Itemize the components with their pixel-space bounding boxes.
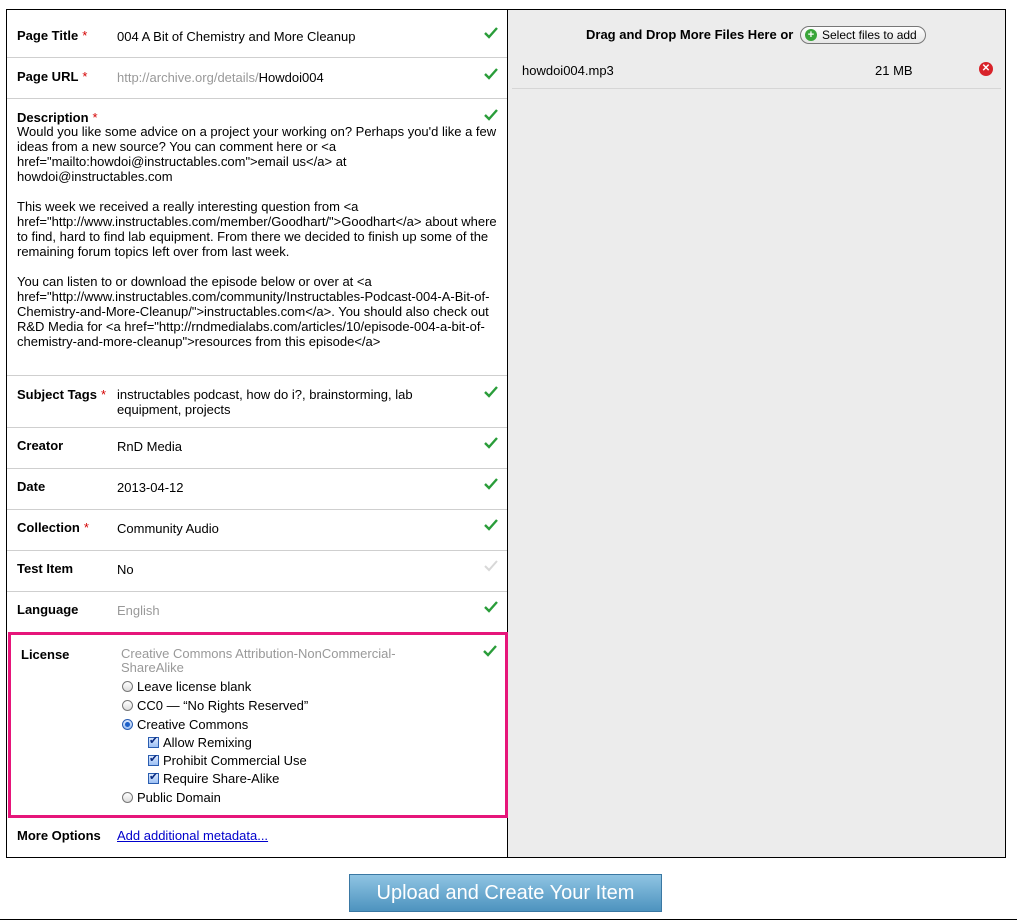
select-files-button[interactable]: + Select files to add (800, 26, 926, 44)
test-item-row[interactable]: Test Item No (7, 551, 507, 592)
file-name: howdoi004.mp3 (522, 63, 614, 78)
license-blank-option[interactable]: Leave license blank (122, 677, 251, 695)
file-size: 21 MB (875, 63, 913, 78)
description-value[interactable]: Would you like some advice on a project … (17, 124, 502, 349)
license-summary: Creative Commons Attribution-NonCommerci… (121, 646, 396, 675)
url-identifier[interactable]: Howdoi004 (259, 70, 324, 85)
page-title-row[interactable]: Page Title * 004 A Bit of Chemistry and M… (7, 10, 507, 58)
option-label: Public Domain (137, 789, 221, 805)
date-row[interactable]: Date 2013-04-12 (7, 469, 507, 510)
radio-button[interactable] (122, 699, 133, 711)
required-marker: * (100, 387, 107, 402)
allow-remixing-checkbox[interactable]: Allow Remixing (148, 733, 252, 751)
option-label: Require Share-Alike (163, 770, 280, 786)
subject-tags-row[interactable]: Subject Tags * instructables podcast, how… (7, 376, 507, 428)
test-item-label: Test Item (17, 561, 74, 576)
remove-file-icon[interactable]: ✕ (979, 62, 993, 76)
require-sharealike-checkbox[interactable]: Require Share-Alike (148, 769, 279, 787)
license-label: License (21, 647, 70, 662)
option-label: Prohibit Commercial Use (163, 752, 307, 768)
radio-button[interactable] (122, 791, 133, 803)
collection-value[interactable]: Community Audio (117, 521, 219, 536)
date-value[interactable]: 2013-04-12 (117, 480, 184, 495)
license-cc0-option[interactable]: CC0 — “No Rights Reserved” (122, 696, 308, 714)
test-item-value[interactable]: No (117, 562, 134, 577)
license-section: License Creative Commons Attribution-Non… (8, 632, 508, 818)
checkbox-checked[interactable] (148, 770, 159, 784)
page-title-label: Page Title * (17, 28, 88, 43)
prohibit-commercial-checkbox[interactable]: Prohibit Commercial Use (148, 751, 307, 769)
subject-tags-value[interactable]: instructables podcast, how do i?, brains… (117, 387, 437, 417)
option-label: Leave license blank (137, 678, 252, 694)
page-url-row[interactable]: Page URL * http://archive.org/details/How… (7, 58, 507, 99)
checkbox-checked[interactable] (148, 734, 159, 748)
required-marker: * (82, 28, 88, 43)
divider (0, 919, 1017, 920)
creator-row[interactable]: Creator RnD Media (7, 428, 507, 469)
metadata-panel: Page Title * 004 A Bit of Chemistry and M… (7, 10, 508, 857)
checkbox-checked[interactable] (148, 752, 159, 766)
checkmark-icon (484, 437, 500, 453)
collection-row[interactable]: Collection * Community Audio (7, 510, 507, 551)
checkmark-icon (484, 519, 500, 535)
language-label: Language (17, 602, 79, 617)
description-row[interactable]: Description * Would you like some advice … (7, 99, 507, 376)
license-public-domain-option[interactable]: Public Domain (122, 788, 221, 806)
radio-button[interactable] (122, 680, 133, 692)
required-marker: * (83, 520, 89, 535)
checkmark-icon (484, 478, 500, 494)
language-value[interactable]: English (117, 603, 160, 618)
select-files-label: Select files to add (822, 28, 917, 42)
description-label: Description * (17, 110, 98, 125)
date-label: Date (17, 479, 46, 494)
url-prefix: http://archive.org/details/ (117, 70, 259, 85)
checkmark-icon (484, 109, 500, 125)
checkmark-icon (484, 601, 500, 617)
add-metadata-link[interactable]: Add additional metadata... (117, 828, 268, 843)
creator-label: Creator (17, 438, 64, 453)
checkmark-icon (484, 27, 500, 43)
license-cc-option[interactable]: Creative Commons (122, 715, 248, 733)
option-label: Allow Remixing (163, 734, 252, 750)
collection-label: Collection * (17, 520, 89, 535)
creator-value[interactable]: RnD Media (117, 439, 182, 454)
required-marker: * (92, 110, 98, 125)
option-label: CC0 — “No Rights Reserved” (137, 697, 309, 713)
subject-tags-label: Subject Tags * (17, 387, 107, 402)
radio-button-selected[interactable] (122, 718, 133, 730)
file-list-item: howdoi004.mp3 21 MB ✕ (512, 56, 1001, 89)
option-label: Creative Commons (137, 716, 249, 732)
upload-create-button[interactable]: Upload and Create Your Item (349, 874, 662, 912)
checkmark-icon (484, 386, 500, 402)
file-dropzone[interactable]: Drag and Drop More Files Here or + Selec… (508, 10, 1005, 857)
page-url-field[interactable]: http://archive.org/details/Howdoi004 (117, 70, 324, 85)
page-title-value[interactable]: 004 A Bit of Chemistry and More Cleanup (117, 29, 355, 44)
checkmark-icon (483, 645, 499, 661)
dropzone-title: Drag and Drop More Files Here or (586, 27, 794, 42)
checkmark-faint-icon (484, 560, 500, 576)
upload-form-frame: Page Title * 004 A Bit of Chemistry and M… (6, 9, 1006, 858)
checkmark-icon (484, 68, 500, 84)
required-marker: * (82, 69, 88, 84)
more-options-label: More Options (17, 828, 101, 843)
language-row[interactable]: Language English (7, 592, 507, 632)
plus-icon: + (805, 29, 817, 41)
page-url-label: Page URL * (17, 69, 88, 84)
